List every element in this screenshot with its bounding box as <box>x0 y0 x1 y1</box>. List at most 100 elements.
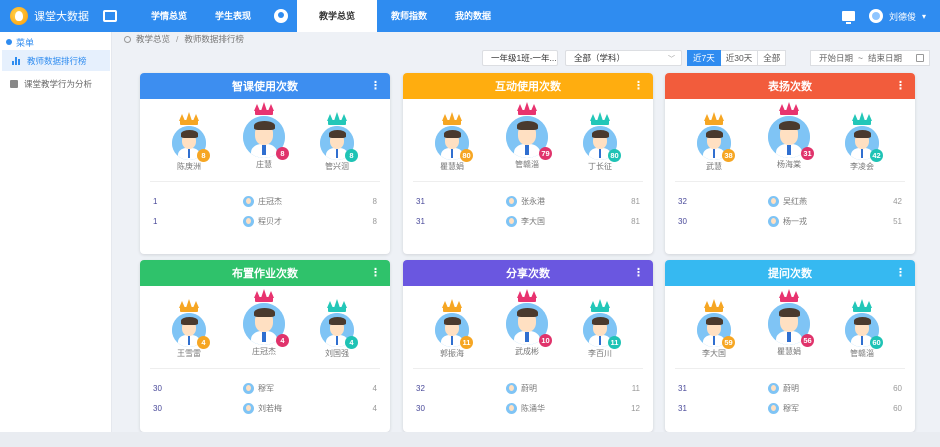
ranking-list: 31 蔚明 60 31 穆军 60 <box>665 369 915 418</box>
list-item[interactable]: 31 张永港 81 <box>403 191 653 211</box>
footer-strip <box>0 432 940 447</box>
date-range-picker[interactable]: 开始日期 ~ 结束日期 <box>810 50 930 66</box>
teacher-name: 刘国强 <box>325 349 349 358</box>
list-item[interactable]: 1 庄冠杰 8 <box>140 191 390 211</box>
user-avatar[interactable] <box>868 9 883 23</box>
crown-icon <box>178 299 200 312</box>
class-select[interactable]: 一年级1班-一年... <box>482 50 558 66</box>
end-date-input[interactable]: 结束日期 <box>868 52 902 64</box>
ranking-card: 表扬次数 ⋮ 38 武慧 31 杨海棠 42 李凌会 32 吴红燕 42 30 杨一戎 51 <box>665 73 915 254</box>
ranking-list: 32 吴红燕 42 30 杨一戎 51 <box>665 182 915 231</box>
avatar: 42 <box>845 126 883 162</box>
chevron-down-icon[interactable]: ▾ <box>922 12 926 21</box>
teacher-name: 吴红燕 <box>783 196 807 206</box>
list-item[interactable]: 30 杨一戎 51 <box>665 211 915 231</box>
top-teacher[interactable]: 59 李大国 <box>697 299 735 359</box>
list-item[interactable]: 30 陈涌华 12 <box>403 398 653 418</box>
more-icon[interactable]: ⋮ <box>633 79 644 92</box>
avatar <box>768 195 779 207</box>
top-teacher[interactable]: 4 刘国强 <box>320 299 358 359</box>
nav-teaching-overview[interactable]: 教学总览 <box>297 0 378 32</box>
list-item[interactable]: 30 穆军 4 <box>140 378 390 398</box>
nav-student-performance[interactable]: 学生表现 <box>201 0 265 32</box>
more-icon[interactable]: ⋮ <box>895 79 906 92</box>
more-icon[interactable]: ⋮ <box>370 79 381 92</box>
top-teacher[interactable]: 4 王雪雷 <box>172 299 210 359</box>
avatar: 4 <box>320 313 358 349</box>
monitor-icon[interactable] <box>103 10 117 22</box>
top-teacher[interactable]: 80 丁长征 <box>583 112 621 172</box>
count-value: 81 <box>631 216 640 226</box>
podium: 11 郭振海 10 武成彬 11 李百川 <box>403 286 653 368</box>
nav-my-data[interactable]: 我的数据 <box>441 0 505 32</box>
teacher-name: 李大国 <box>521 216 545 226</box>
ranking-list: 32 蔚明 11 30 陈涌华 12 <box>403 369 653 418</box>
avatar <box>768 382 779 394</box>
sidebar-item-label: 教师数据排行榜 <box>27 55 87 66</box>
start-date-input[interactable]: 开始日期 <box>819 52 853 64</box>
avatar <box>506 195 517 207</box>
user-name[interactable]: 刘德俊 <box>889 10 916 23</box>
more-icon[interactable]: ⋮ <box>633 266 644 279</box>
crown-icon <box>326 112 348 125</box>
person-icon[interactable] <box>274 9 289 23</box>
teacher-name: 李大国 <box>702 349 726 358</box>
avatar: 8 <box>243 116 289 160</box>
list-item[interactable]: 32 蔚明 11 <box>403 378 653 398</box>
top-teacher[interactable]: 38 武慧 <box>697 112 735 172</box>
date-range-sep: ~ <box>858 53 863 63</box>
range-30days-button[interactable]: 近30天 <box>720 50 759 66</box>
sidebar-item-teacher-ranking[interactable]: 教师数据排行榜 <box>2 50 110 71</box>
top-teacher[interactable]: 10 武成彬 <box>506 289 552 357</box>
top-teacher[interactable]: 4 庄冠杰 <box>243 289 289 357</box>
top-teacher[interactable]: 11 李百川 <box>583 299 621 359</box>
count-value: 12 <box>631 403 640 413</box>
teacher-name: 武成彬 <box>515 347 539 356</box>
top-teacher[interactable]: 11 郭振海 <box>435 299 473 359</box>
avatar: 31 <box>768 116 814 160</box>
avatar <box>506 215 517 227</box>
count-badge: 60 <box>870 336 883 349</box>
more-icon[interactable]: ⋮ <box>895 266 906 279</box>
list-item[interactable]: 31 穆军 60 <box>665 398 915 418</box>
avatar: 8 <box>320 126 358 162</box>
list-item[interactable]: 32 吴红燕 42 <box>665 191 915 211</box>
more-icon[interactable]: ⋮ <box>370 266 381 279</box>
list-item[interactable]: 1 程贝才 8 <box>140 211 390 231</box>
list-item[interactable]: 31 李大国 81 <box>403 211 653 231</box>
top-teacher[interactable]: 60 管赣淄 <box>845 299 883 359</box>
rank: 30 <box>153 383 162 393</box>
list-item[interactable]: 30 刘若梅 4 <box>140 398 390 418</box>
bar-chart-icon <box>12 56 21 65</box>
subject-select[interactable]: 全部（学科） ﹀ <box>565 50 682 66</box>
count-badge: 80 <box>460 149 473 162</box>
rank: 30 <box>153 403 162 413</box>
top-teacher[interactable]: 8 管兴洄 <box>320 112 358 172</box>
range-all-button[interactable]: 全部 <box>758 50 787 66</box>
crown-icon <box>778 102 800 115</box>
top-teacher[interactable]: 56 瞿慧娟 <box>768 289 814 357</box>
main-nav: 学情总览 学生表现 教学总览 教师指数 我的数据 <box>137 0 505 32</box>
top-teacher[interactable]: 42 李凌会 <box>845 112 883 172</box>
count-badge: 8 <box>197 149 210 162</box>
range-7days-button[interactable]: 近7天 <box>687 50 721 66</box>
calendar-icon[interactable] <box>916 54 924 62</box>
book-icon <box>10 79 18 88</box>
top-teacher[interactable]: 79 管赣淄 <box>506 102 552 170</box>
crown-icon <box>516 289 538 302</box>
top-teacher[interactable]: 80 瞿慧娟 <box>435 112 473 172</box>
nav-teacher-index[interactable]: 教师指数 <box>377 0 441 32</box>
rank: 1 <box>153 216 158 226</box>
sidebar-item-behavior-analysis[interactable]: 课堂教学行为分析 <box>0 73 111 94</box>
teacher-cell: 杨一戎 <box>768 215 872 227</box>
top-teacher[interactable]: 8 陈庚洲 <box>172 112 210 172</box>
nav-learning-overview[interactable]: 学情总览 <box>137 0 201 32</box>
sidebar: 菜单 教师数据排行榜 课堂教学行为分析 <box>0 32 112 432</box>
top-teacher[interactable]: 8 庄慧 <box>243 102 289 170</box>
list-item[interactable]: 31 蔚明 60 <box>665 378 915 398</box>
app-logo[interactable]: 课堂大数据 <box>0 7 140 25</box>
top-teacher[interactable]: 31 杨海棠 <box>768 102 814 170</box>
crown-icon <box>253 102 275 115</box>
screen-icon[interactable] <box>841 11 855 24</box>
breadcrumb-root[interactable]: 教学总览 <box>136 33 170 45</box>
